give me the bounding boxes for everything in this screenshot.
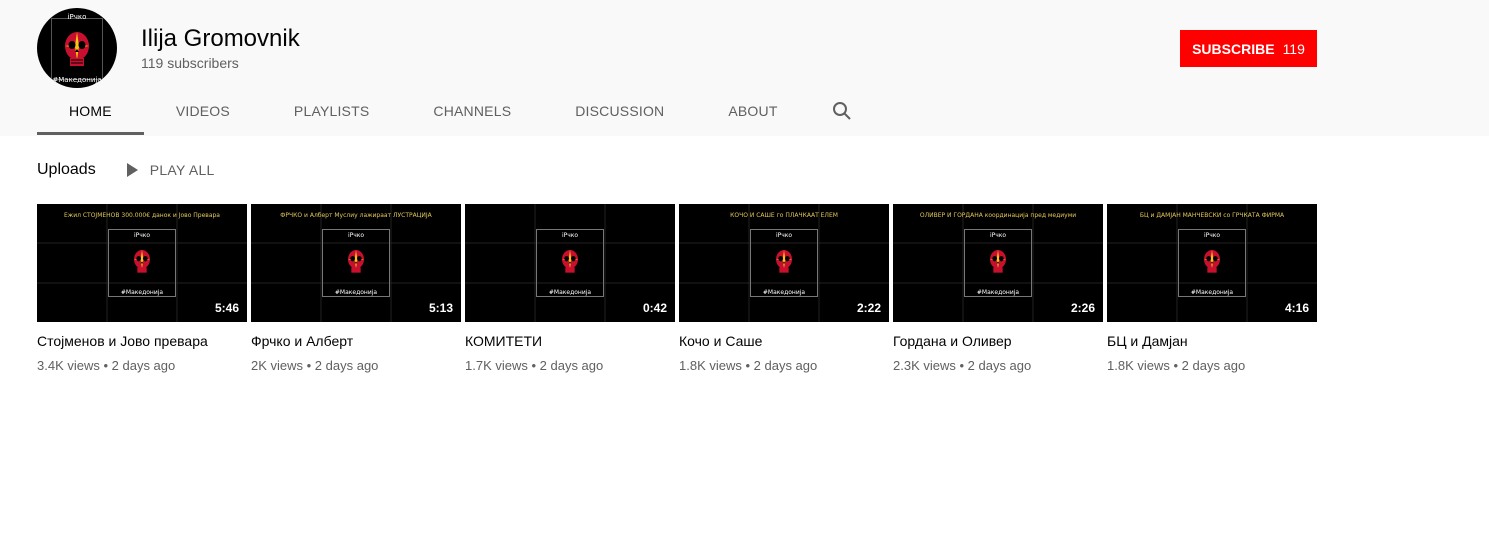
video-duration: 0:42 — [640, 300, 669, 316]
avatar-bottom-text: #Македонија — [52, 76, 102, 84]
video-duration: 5:46 — [212, 300, 241, 316]
video-duration: 2:22 — [854, 300, 883, 316]
thumbnail-caption: ФРЧКО и Алберт Муслиу лажираат ЛУСТРАЦИЈ… — [280, 212, 432, 219]
video-title[interactable]: Гордана и Оливер — [893, 332, 1103, 350]
thumbnail-caption: Ежил СТОЈМЕНОВ 300.000€ данок и Јово Пре… — [64, 212, 220, 219]
skull-logo-icon — [562, 250, 578, 273]
tab-playlists[interactable]: PLAYLISTS — [262, 88, 401, 134]
video-card[interactable]: Ежил СТОЈМЕНОВ 300.000€ данок и Јово Пре… — [37, 204, 247, 373]
channel-tabs: HOME VIDEOS PLAYLISTS CHANNELS DISCUSSIO… — [37, 88, 874, 136]
video-thumbnail[interactable]: iPчко #Македонија 0:42 — [465, 204, 675, 322]
video-title[interactable]: Фрчко и Алберт — [251, 332, 461, 350]
video-duration: 2:26 — [1068, 300, 1097, 316]
video-title[interactable]: Кочо и Саше — [679, 332, 889, 350]
thumbnail-top-text: iPчко — [561, 232, 579, 239]
thumbnail-bottom-text: #Македонија — [120, 289, 164, 296]
thumbnail-bottom-text: #Македонија — [1190, 289, 1234, 296]
video-thumbnail[interactable]: БЦ и ДАМЈАН МАНЧЕВСКИ со ГРЧКАТА ФИРМА i… — [1107, 204, 1317, 322]
thumbnail-bottom-text: #Македонија — [976, 289, 1020, 296]
video-meta: 1.8K views • 2 days ago — [1107, 358, 1246, 373]
skull-logo-icon — [134, 250, 150, 273]
subscribe-button[interactable]: SUBSCRIBE 119 — [1180, 30, 1317, 67]
subscribe-count: 119 — [1282, 40, 1305, 57]
uploads-shelf-header: Uploads PLAY ALL — [37, 160, 215, 180]
tab-discussion[interactable]: DISCUSSION — [543, 88, 696, 134]
uploads-grid: Ежил СТОЈМЕНОВ 300.000€ данок и Јово Пре… — [37, 204, 1317, 373]
video-duration: 4:16 — [1282, 300, 1311, 316]
avatar-top-text: iPчко — [67, 13, 87, 21]
video-title[interactable]: Стојменов и Јово преварa — [37, 332, 247, 350]
video-meta: 1.7K views • 2 days ago — [465, 358, 604, 373]
video-title[interactable]: КОМИТЕТИ — [465, 332, 675, 350]
video-meta: 2K views • 2 days ago — [251, 358, 379, 373]
tab-home[interactable]: HOME — [37, 88, 144, 135]
video-card[interactable]: КОЧО И САШЕ го ПЛАЧКААТ ЕЛЕМ iPчко #Маке… — [679, 204, 889, 373]
skull-logo-icon — [1204, 250, 1220, 273]
video-thumbnail[interactable]: ОЛИВЕР И ГОРДАНА координација пред медиу… — [893, 204, 1103, 322]
video-card[interactable]: iPчко #Македонија 0:42 КОМИТЕТИ 1.7K vie… — [465, 204, 675, 373]
tab-channels[interactable]: CHANNELS — [401, 88, 543, 134]
thumbnail-caption: ОЛИВЕР И ГОРДАНА координација пред медиу… — [919, 212, 1077, 219]
play-icon — [126, 163, 138, 177]
channel-avatar[interactable]: iPчко #Македонија — [37, 8, 117, 88]
skull-logo-icon — [990, 250, 1006, 273]
play-all-button[interactable]: PLAY ALL — [126, 162, 215, 178]
video-meta: 2.3K views • 2 days ago — [893, 358, 1032, 373]
video-thumbnail[interactable]: ФРЧКО и Алберт Муслиу лажираат ЛУСТРАЦИЈ… — [251, 204, 461, 322]
thumbnail-caption: КОЧО И САШЕ го ПЛАЧКААТ ЕЛЕМ — [730, 212, 838, 219]
tab-about[interactable]: ABOUT — [696, 88, 809, 134]
video-card[interactable]: БЦ и ДАМЈАН МАНЧЕВСКИ со ГРЧКАТА ФИРМА i… — [1107, 204, 1317, 373]
thumbnail-bottom-text: #Македонија — [548, 289, 592, 296]
video-meta: 3.4K views • 2 days ago — [37, 358, 176, 373]
video-card[interactable]: ФРЧКО и Алберт Муслиу лажираат ЛУСТРАЦИЈ… — [251, 204, 461, 373]
video-thumbnail[interactable]: КОЧО И САШЕ го ПЛАЧКААТ ЕЛЕМ iPчко #Маке… — [679, 204, 889, 322]
thumbnail-bottom-text: #Македонија — [762, 289, 806, 296]
search-icon[interactable] — [810, 88, 874, 134]
skull-logo-icon — [348, 250, 364, 273]
thumbnail-caption: БЦ и ДАМЈАН МАНЧЕВСКИ со ГРЧКАТА ФИРМА — [1139, 212, 1285, 219]
thumbnail-top-text: iPчко — [1203, 232, 1221, 239]
thumbnail-bottom-text: #Македонија — [334, 289, 378, 296]
thumbnail-top-text: iPчко — [133, 232, 151, 239]
video-duration: 5:13 — [426, 300, 455, 316]
tab-videos[interactable]: VIDEOS — [144, 88, 262, 134]
skull-logo-icon — [65, 32, 89, 66]
thumbnail-top-text: iPчко — [347, 232, 365, 239]
thumbnail-top-text: iPчко — [775, 232, 793, 239]
video-card[interactable]: ОЛИВЕР И ГОРДАНА координација пред медиу… — [893, 204, 1103, 373]
subscriber-count: 119 subscribers — [141, 55, 239, 71]
video-title[interactable]: БЦ и Дамјан — [1107, 332, 1317, 350]
thumbnail-top-text: iPчко — [989, 232, 1007, 239]
play-all-label: PLAY ALL — [149, 162, 215, 178]
subscribe-label: SUBSCRIBE — [1192, 40, 1275, 57]
video-meta: 1.8K views • 2 days ago — [679, 358, 818, 373]
uploads-title[interactable]: Uploads — [37, 161, 96, 179]
channel-header: iPчко #Македонија Ilija Gromovnik 119 su… — [0, 0, 1489, 136]
skull-logo-icon — [776, 250, 792, 273]
channel-name: Ilija Gromovnik — [141, 25, 300, 52]
video-thumbnail[interactable]: Ежил СТОЈМЕНОВ 300.000€ данок и Јово Пре… — [37, 204, 247, 322]
